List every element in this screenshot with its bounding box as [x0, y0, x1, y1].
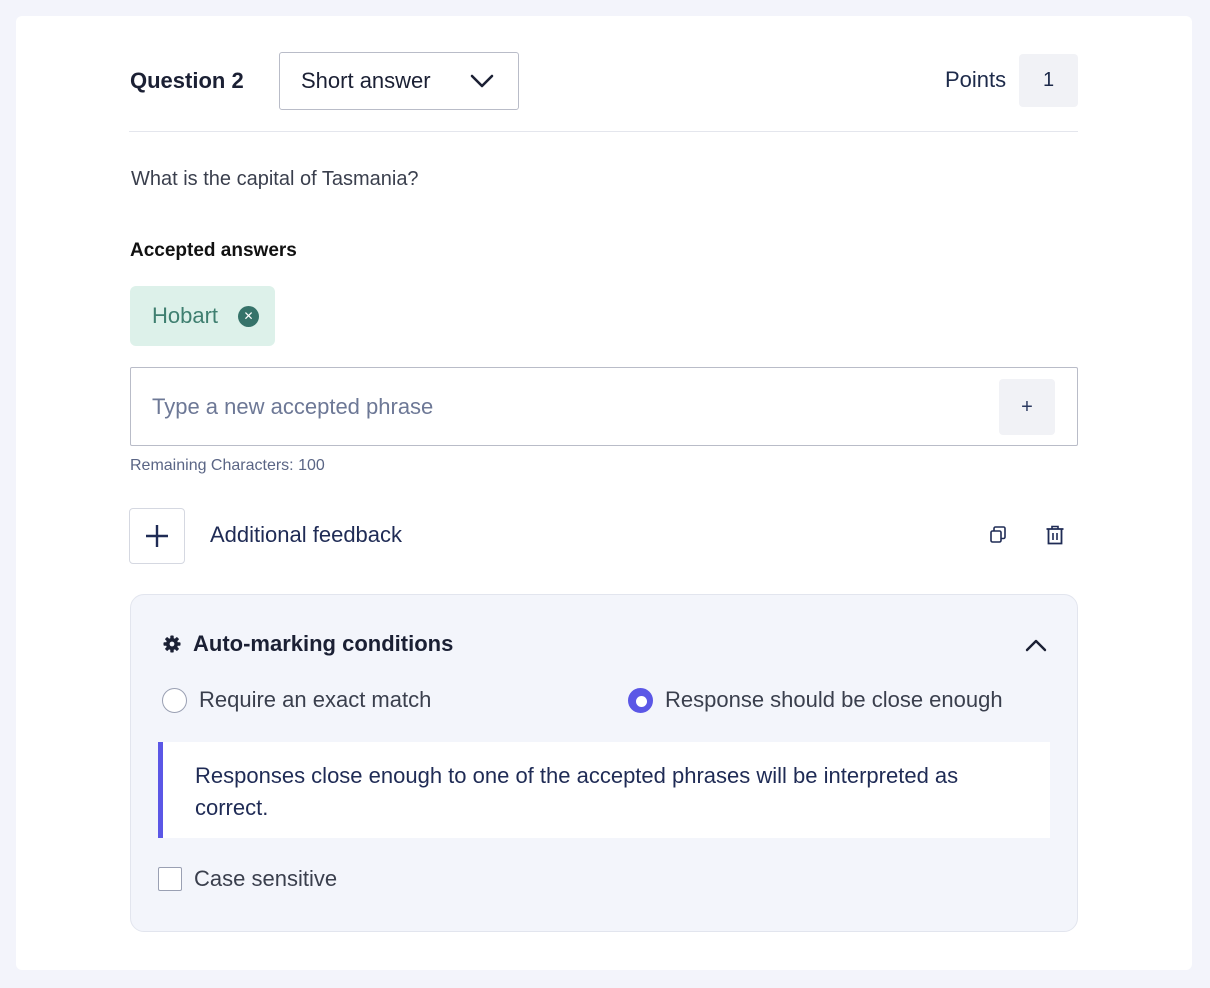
exact-match-option[interactable]: Require an exact match [162, 687, 431, 713]
new-phrase-field: + [130, 367, 1078, 446]
chevron-up-icon [1025, 639, 1047, 652]
auto-marking-title: Auto-marking conditions [193, 631, 454, 656]
question-type-select[interactable]: Short answer [279, 52, 519, 110]
add-phrase-button[interactable]: + [999, 379, 1055, 435]
accepted-answers-heading: Accepted answers [130, 240, 297, 261]
remaining-characters: Remaining Characters: 100 [130, 457, 325, 474]
add-feedback-button[interactable] [129, 508, 185, 564]
question-type-value: Short answer [301, 68, 431, 93]
points-label: Points [945, 67, 1007, 92]
auto-marking-panel: Auto-marking conditions Require an exact… [130, 594, 1078, 932]
chevron-down-icon [470, 74, 494, 88]
additional-feedback-label[interactable]: Additional feedback [210, 522, 402, 548]
exact-match-radio[interactable] [162, 687, 187, 713]
new-phrase-input[interactable] [152, 388, 972, 426]
case-sensitive-label: Case sensitive [194, 866, 338, 891]
close-enough-label: Response should be close enough [665, 687, 1003, 712]
points-input[interactable] [1019, 54, 1078, 107]
trash-icon [1046, 525, 1064, 545]
collapse-button[interactable] [1024, 633, 1048, 657]
question-card: Question 2 Short answer Points What is t… [16, 16, 1192, 970]
close-circle-icon[interactable]: ✕ [238, 306, 259, 327]
exact-match-label: Require an exact match [199, 687, 432, 712]
copy-icon [990, 526, 1006, 543]
header-divider [129, 131, 1078, 132]
accepted-answer-chip: Hobart ✕ [130, 286, 275, 346]
case-sensitive-option[interactable]: Case sensitive [158, 866, 337, 892]
question-title: Question 2 [130, 68, 244, 93]
question-text[interactable]: What is the capital of Tasmania? [131, 167, 419, 191]
case-sensitive-checkbox[interactable] [158, 867, 182, 891]
close-enough-option[interactable]: Response should be close enough [628, 687, 1003, 713]
close-enough-radio[interactable] [628, 687, 653, 713]
accepted-answer-chip-label: Hobart [152, 303, 219, 328]
close-enough-info: Responses close enough to one of the acc… [158, 742, 1050, 838]
duplicate-button[interactable] [986, 523, 1010, 547]
gear-icon [163, 635, 181, 653]
plus-icon [146, 525, 168, 547]
delete-button[interactable] [1043, 523, 1067, 547]
auto-marking-header[interactable]: Auto-marking conditions [163, 631, 453, 657]
